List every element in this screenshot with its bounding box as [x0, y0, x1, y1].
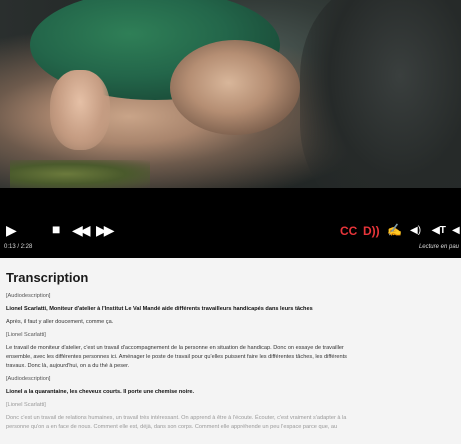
- transcript-line: Lionel Scarlatti, Moniteur d'atelier à l…: [6, 306, 313, 312]
- transcript-line: Lionel a la quarantaine, les cheveux cou…: [6, 389, 195, 395]
- text-size-icon[interactable]: ◀T: [432, 224, 446, 238]
- time-display: 0:13 / 2:28: [4, 244, 33, 250]
- video-foreground-figure: [300, 0, 461, 188]
- transcript-line: [Audiodescription]: [6, 293, 51, 299]
- transcription-title: Transcription: [6, 270, 89, 285]
- transcript-line: Donc c'est un travail de relations humai…: [6, 415, 347, 421]
- stop-icon[interactable]: ■: [52, 222, 60, 236]
- transcript-line: [Lionel Scarlatti]: [6, 332, 46, 338]
- transcript-line: travaux. Donc là, aujourd'hui, on a du t…: [6, 363, 130, 369]
- audiodescription-button[interactable]: D)): [363, 224, 380, 238]
- volume-icon[interactable]: ◀): [410, 224, 421, 238]
- rewind-icon[interactable]: ◀◀: [72, 223, 90, 237]
- transcript-line: [Lionel Scarlatti]: [6, 402, 46, 408]
- captions-button[interactable]: CC: [340, 224, 357, 238]
- transcript-line: Après, il faut y aller doucement, comme …: [6, 319, 114, 325]
- video-hand: [50, 70, 110, 150]
- playback-status: Lecture en pau: [418, 244, 459, 250]
- transcript-line: [Audiodescription]: [6, 376, 51, 382]
- forward-icon[interactable]: ▶▶: [96, 223, 114, 237]
- sign-language-icon[interactable]: ✍: [387, 223, 402, 237]
- transcript-line: Le travail de moniteur d'atelier, c'est …: [6, 345, 344, 351]
- transcript-line: personne qu'on a en face de nous. Commen…: [6, 424, 338, 430]
- video-controls: ▶ ■ ◀◀ ▶▶ CC D)) ✍ ◀) ◀T ◀ 0:13 / 2:28 L…: [0, 188, 461, 258]
- more-icon[interactable]: ◀: [452, 224, 460, 238]
- video-head: [170, 40, 300, 135]
- video-tea: [10, 160, 150, 188]
- video-frame[interactable]: [0, 0, 461, 188]
- play-icon[interactable]: ▶: [6, 223, 17, 237]
- transcription-panel: Transcription [Audiodescription] Lionel …: [0, 258, 461, 444]
- transcript-line: ensemble, avec les différentes personnes…: [6, 354, 347, 360]
